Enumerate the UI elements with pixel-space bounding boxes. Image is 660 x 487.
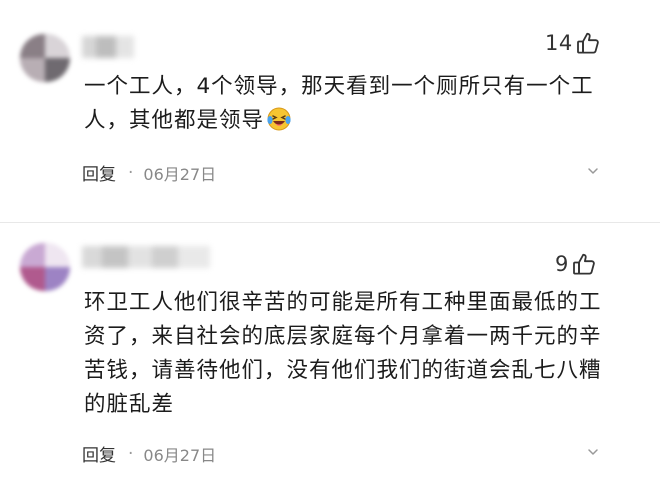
comment-text-line: 的脏乱差	[84, 392, 175, 417]
comment-text-line: 环卫工人他们很辛苦的可能是所有工种里面最低的工	[84, 290, 602, 315]
comment-text-line: 资了，来自社会的底层家庭每个月拿着一两千元的辛	[84, 324, 602, 349]
comment-text: 环卫工人他们很辛苦的可能是所有工种里面最低的工 资了，来自社会的底层家庭每个月拿…	[84, 286, 620, 422]
avatar[interactable]	[20, 243, 70, 291]
reply-button[interactable]: 回复	[82, 160, 116, 185]
chevron-down-icon[interactable]	[587, 446, 599, 458]
like-button[interactable]: 9	[555, 251, 597, 277]
username[interactable]	[82, 36, 134, 58]
divider	[0, 222, 660, 223]
comment-text-line: 一个工人，4个领导，那天看到一个厕所只有一个工	[84, 74, 594, 99]
like-count: 9	[555, 252, 569, 276]
meta-separator: ·	[128, 162, 134, 183]
reply-button[interactable]: 回复	[82, 441, 116, 466]
comment-meta: 回复 · 06月27日	[82, 160, 217, 186]
comment-feed: 14 一个工人，4个领导，那天看到一个厕所只有一个工 人，其他都是领导 回复 ·…	[0, 0, 660, 487]
like-button[interactable]: 14	[545, 30, 601, 56]
username[interactable]	[82, 246, 210, 268]
comment-text-line: 人，其他都是领导	[84, 104, 620, 138]
like-count: 14	[545, 31, 573, 55]
thumbs-up-icon	[576, 32, 599, 54]
comment-text: 一个工人，4个领导，那天看到一个厕所只有一个工 人，其他都是领导	[84, 70, 620, 138]
comment-meta: 回复 · 06月27日	[82, 441, 217, 467]
chevron-down-icon[interactable]	[587, 165, 599, 177]
comment-date: 06月27日	[143, 164, 217, 184]
avatar[interactable]	[20, 34, 70, 82]
comment-text-line: 苦钱，请善待他们，没有他们我们的街道会乱七八糟	[84, 358, 602, 383]
laughing-tears-emoji-icon	[267, 107, 291, 131]
comment-date: 06月27日	[143, 445, 217, 465]
meta-separator: ·	[128, 443, 134, 464]
thumbs-up-icon	[572, 253, 595, 275]
